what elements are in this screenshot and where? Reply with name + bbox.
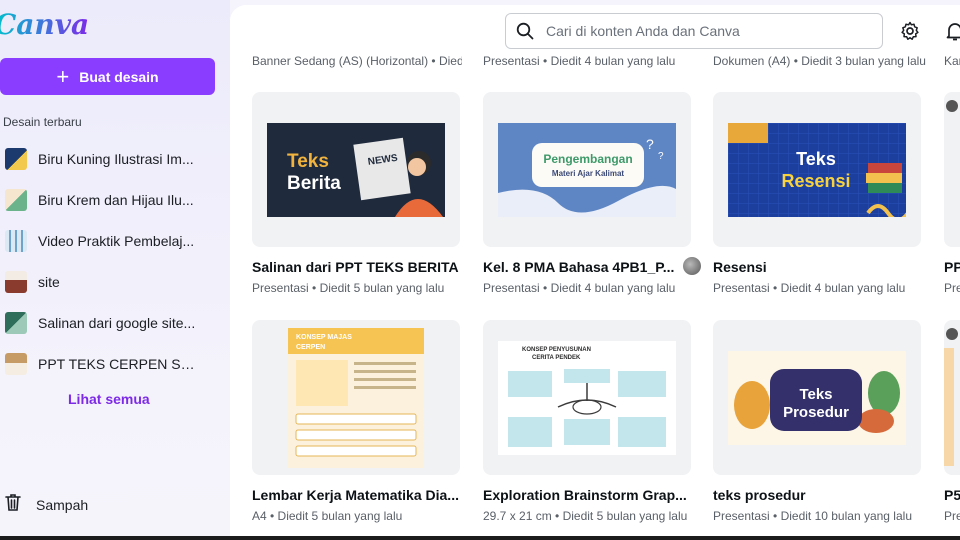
thumb-title-line2: Berita: [287, 173, 341, 194]
thumb-title-line2: Materi Ajar Kalimat: [552, 169, 625, 178]
thumb-title-line1: KONSEP MAJAS: [296, 334, 352, 341]
svg-text:?: ?: [658, 151, 664, 162]
design-thumbnail[interactable]: Pengembangan Materi Ajar Kalimat ? ?: [483, 92, 691, 247]
recent-item-label: Biru Krem dan Hijau Ilu...: [38, 191, 194, 208]
design-meta: 29.7 x 21 cm • Diedit 5 bulan yang lalu: [483, 509, 688, 523]
create-design-label: Buat desain: [79, 68, 159, 85]
trash-icon: [4, 492, 22, 517]
sidebar: Canva + Buat desain Desain terbaru Biru …: [0, 0, 230, 540]
brainstorm-thumbnail-image: KONSEP PENYUSUNAN CERITA PENDEK: [498, 340, 676, 455]
thumb-title-line2: Resensi: [781, 171, 850, 191]
worksheet-thumbnail-image: KONSEP MAJAS CERPEN: [288, 327, 424, 468]
design-card[interactable]: Teks Prosedur teks prosedur Presentasi •…: [713, 320, 921, 523]
recent-designs-list: Biru Kuning Ilustrasi Im... Biru Krem da…: [0, 138, 230, 384]
thumb-title-line2: CERPEN: [296, 344, 325, 351]
recent-item[interactable]: Salinan dari google site...: [0, 302, 230, 343]
design-meta: Pre: [944, 509, 960, 523]
design-type-icon: [946, 328, 958, 340]
recent-item-label: PPT TEKS CERPEN SEJ...: [38, 355, 198, 372]
design-title[interactable]: PP: [944, 259, 960, 275]
design-meta: A4 • Diedit 5 bulan yang lalu: [252, 509, 403, 523]
design-card[interactable]: PP Pre: [944, 92, 960, 295]
design-thumbnail-icon: [5, 270, 27, 293]
thumb-title-line1: Teks: [796, 149, 836, 169]
search-input[interactable]: [544, 22, 848, 40]
design-meta: Banner Sedang (AS) (Horizontal) • Diedit: [252, 54, 462, 68]
recent-item-label: Biru Kuning Ilustrasi Im...: [38, 150, 194, 167]
thumb-title-line2: Prosedur: [783, 404, 849, 421]
design-thumbnail[interactable]: Teks Prosedur: [713, 320, 921, 475]
design-title[interactable]: Lembar Kerja Matematika Dia...: [252, 487, 462, 503]
design-card[interactable]: NEWS Teks Berita Salinan dari PPT TEKS B…: [252, 92, 460, 295]
search-bar[interactable]: [505, 13, 883, 49]
thumb-title-line1: Teks: [799, 386, 832, 403]
design-card[interactable]: Teks Resensi Resensi Presentasi • Diedit…: [713, 92, 921, 295]
bell-icon: [946, 23, 960, 45]
design-thumbnail-icon: [5, 311, 27, 334]
recent-item[interactable]: site: [0, 261, 230, 302]
design-meta: Presentasi • Diedit 4 bulan yang lalu: [483, 281, 676, 295]
design-thumbnail-icon: [5, 188, 27, 211]
thumb-title-line1: Pengembangan: [543, 152, 632, 166]
collaborator-avatar: [683, 257, 701, 275]
design-card[interactable]: Pengembangan Materi Ajar Kalimat ? ? Kel…: [483, 92, 701, 295]
design-type-icon: [946, 100, 958, 112]
design-thumbnail[interactable]: KONSEP MAJAS CERPEN: [252, 320, 460, 475]
design-thumbnail[interactable]: NEWS Teks Berita: [252, 92, 460, 247]
design-meta: Presentasi • Diedit 5 bulan yang lalu: [252, 281, 445, 295]
recent-item-label: Salinan dari google site...: [38, 314, 196, 331]
design-card[interactable]: P5 Pre: [944, 320, 960, 523]
thumb-title-line1: Teks: [287, 151, 329, 172]
design-thumbnail[interactable]: [944, 320, 960, 475]
design-meta: Pre: [944, 281, 960, 295]
thumb-title-line1: KONSEP PENYUSUNAN: [522, 347, 591, 353]
recent-designs-heading: Desain terbaru: [3, 115, 82, 129]
search-icon: [516, 22, 534, 40]
design-thumbnail[interactable]: [944, 92, 960, 247]
gear-icon: [900, 21, 920, 45]
main-content: Banner Sedang (AS) (Horizontal) • Diedit…: [230, 5, 960, 540]
design-card[interactable]: KONSEP MAJAS CERPEN Lembar Kerja Matemat…: [252, 320, 460, 523]
design-meta: Dokumen (A4) • Diedit 3 bulan yang lalu: [713, 54, 926, 68]
thumb-title-line2: CERITA PENDEK: [532, 355, 581, 361]
design-thumbnail-icon: [5, 229, 27, 252]
svg-text:?: ?: [646, 136, 654, 152]
plus-icon: +: [56, 63, 70, 89]
recent-item[interactable]: Biru Kuning Ilustrasi Im...: [0, 138, 230, 179]
see-all-link[interactable]: Lihat semua: [68, 391, 150, 407]
design-card[interactable]: KONSEP PENYUSUNAN CERITA PENDEK Explorat…: [483, 320, 691, 523]
settings-button[interactable]: [900, 21, 920, 46]
recent-item-label: Video Praktik Pembelaj...: [38, 232, 195, 249]
trash-label: Sampah: [36, 496, 89, 513]
pengembangan-thumbnail-image: Pengembangan Materi Ajar Kalimat ? ?: [498, 122, 676, 217]
teks-berita-thumbnail-image: NEWS Teks Berita: [267, 122, 445, 217]
design-meta: Presentasi • Diedit 4 bulan yang lalu: [483, 54, 676, 68]
thumbnail-edge: [944, 348, 954, 466]
design-thumbnail[interactable]: Teks Resensi: [713, 92, 921, 247]
design-meta: Presentasi • Diedit 10 bulan yang lalu: [713, 509, 912, 523]
recent-item-label: site: [38, 273, 60, 290]
taskbar: [0, 536, 960, 540]
recent-item[interactable]: Video Praktik Pembelaj...: [0, 220, 230, 261]
design-meta: Kar: [944, 54, 960, 68]
design-thumbnail[interactable]: KONSEP PENYUSUNAN CERITA PENDEK: [483, 320, 691, 475]
design-title[interactable]: P5: [944, 487, 960, 503]
design-title[interactable]: Exploration Brainstorm Grap...: [483, 487, 693, 503]
recent-item[interactable]: PPT TEKS CERPEN SEJ...: [0, 343, 230, 384]
design-title[interactable]: Kel. 8 PMA Bahasa 4PB1_P...: [483, 259, 693, 275]
design-title[interactable]: Resensi: [713, 259, 923, 275]
create-design-button[interactable]: + Buat desain: [0, 58, 215, 95]
design-title[interactable]: Salinan dari PPT TEKS BERITA: [252, 259, 462, 275]
prosedur-thumbnail-image: Teks Prosedur: [728, 350, 906, 445]
resensi-thumbnail-image: Teks Resensi: [728, 122, 906, 217]
recent-item[interactable]: Biru Krem dan Hijau Ilu...: [0, 179, 230, 220]
design-meta: Presentasi • Diedit 4 bulan yang lalu: [713, 281, 906, 295]
canva-logo[interactable]: Canva: [0, 8, 89, 41]
design-title[interactable]: teks prosedur: [713, 487, 923, 503]
design-thumbnail-icon: [5, 147, 27, 170]
trash-button[interactable]: Sampah: [4, 492, 88, 517]
design-thumbnail-icon: [5, 352, 27, 375]
notifications-button[interactable]: [946, 21, 960, 46]
